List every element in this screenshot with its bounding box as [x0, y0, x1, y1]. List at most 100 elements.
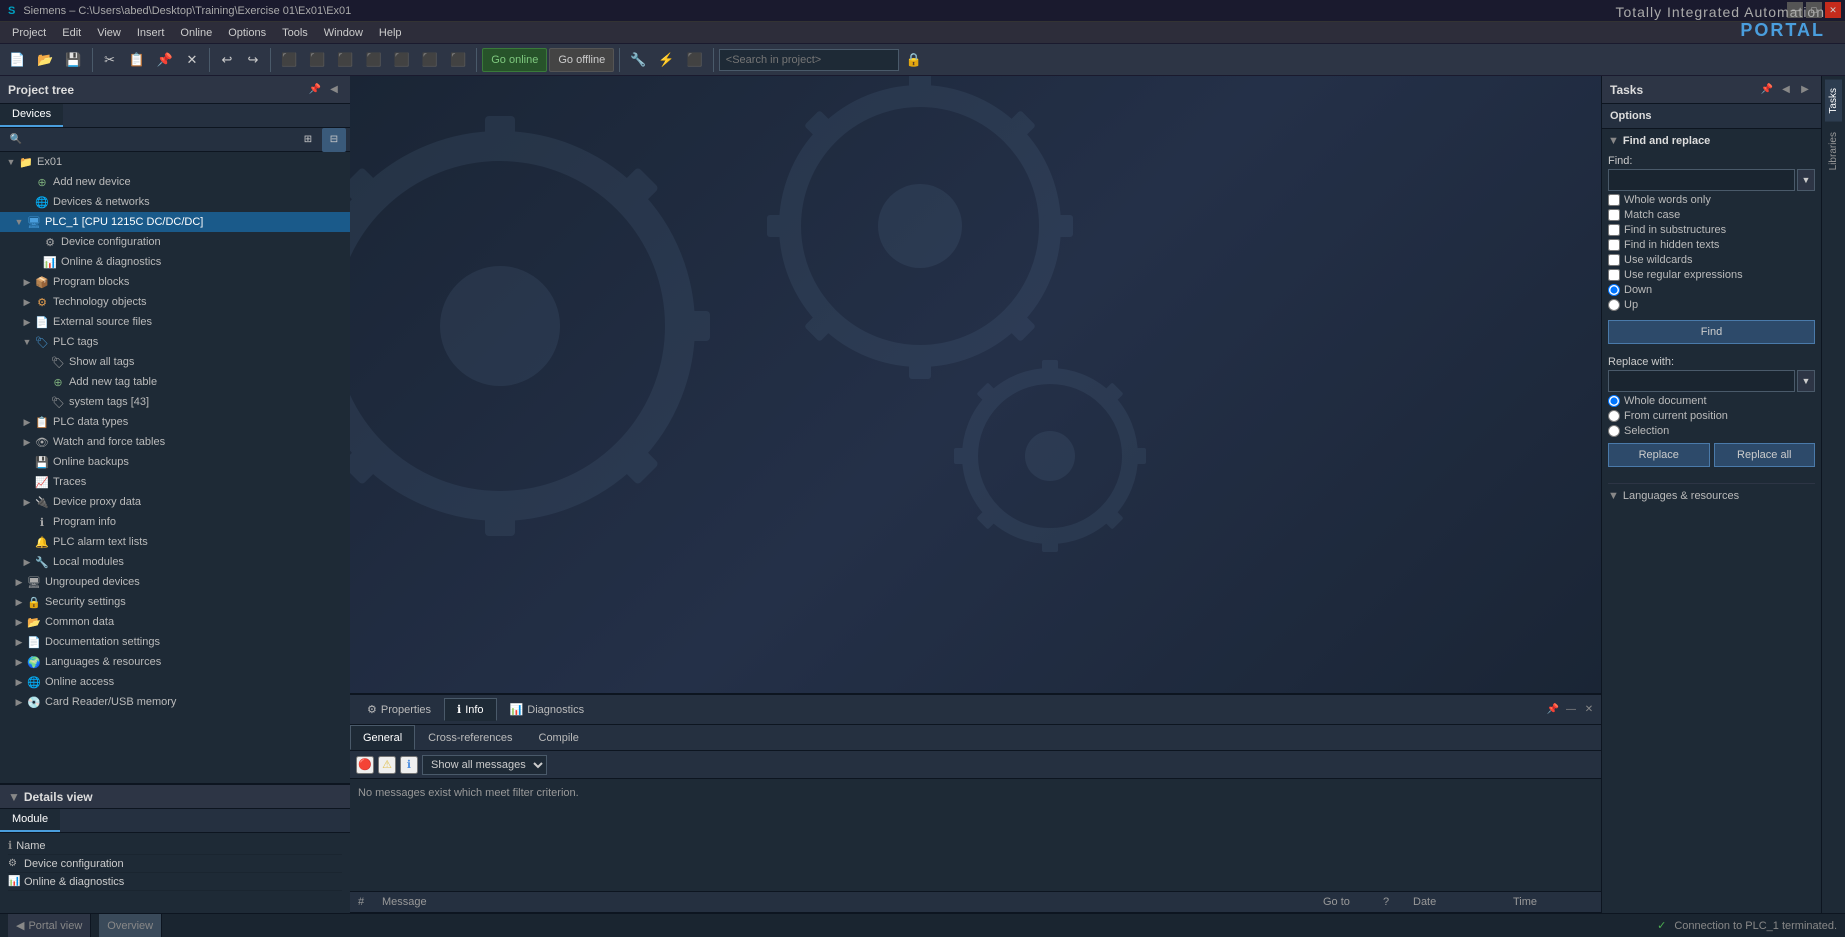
details-row-device-config[interactable]: ⚙ Device configuration [8, 855, 342, 873]
vstrip-tab-tasks[interactable]: Tasks [1825, 80, 1842, 122]
menu-project[interactable]: Project [4, 25, 54, 41]
portal-view-btn[interactable]: ◀ Portal view [8, 914, 91, 937]
filter-info-btn[interactable]: ℹ [400, 756, 418, 774]
tab-properties[interactable]: ⚙ Properties [354, 698, 444, 721]
cut-button[interactable]: ✂ [98, 48, 122, 72]
open-button[interactable]: 📂 [32, 48, 58, 72]
direction-down-radio[interactable] [1608, 284, 1620, 296]
tree-item-program-info[interactable]: ℹ Program info [0, 512, 350, 532]
find-substructures-checkbox[interactable] [1608, 224, 1620, 236]
menu-online[interactable]: Online [172, 25, 220, 41]
find-text-input[interactable] [1608, 169, 1795, 191]
tree-item-system-tags[interactable]: 🏷 system tags [43] [0, 392, 350, 412]
menu-insert[interactable]: Insert [129, 25, 173, 41]
direction-up-radio[interactable] [1608, 299, 1620, 311]
tb-extra2[interactable]: ⚡ [653, 48, 679, 72]
tree-item-plc-alarm[interactable]: 🔔 PLC alarm text lists [0, 532, 350, 552]
tasks-pin-btn[interactable]: 📌 [1759, 82, 1775, 98]
tree-item-add-device[interactable]: ⊕ Add new device [0, 172, 350, 192]
pin-button[interactable]: 📌 [307, 82, 323, 98]
tree-item-plc1[interactable]: ▼ 🖥 PLC_1 [CPU 1215C DC/DC/DC] [0, 212, 350, 232]
tree-item-common-data[interactable]: ▶ 📂 Common data [0, 612, 350, 632]
tasks-left-btn[interactable]: ◀ [1778, 82, 1794, 98]
delete-button[interactable]: ✕ [180, 48, 204, 72]
collapse-left-button[interactable]: ◀ [326, 82, 342, 98]
replace-text-input[interactable] [1608, 370, 1795, 392]
menu-view[interactable]: View [89, 25, 129, 41]
tree-item-online-backups[interactable]: 💾 Online backups [0, 452, 350, 472]
tb-btn3[interactable]: ⬛ [332, 48, 358, 72]
filter-tab-general[interactable]: General [350, 725, 415, 750]
search-in-project-input[interactable] [719, 49, 899, 71]
menu-edit[interactable]: Edit [54, 25, 89, 41]
bottom-panel-pin[interactable]: 📌 [1545, 702, 1561, 718]
tree-item-prog-blocks[interactable]: ▶ 📦 Program blocks [0, 272, 350, 292]
paste-button[interactable]: 📌 [152, 48, 178, 72]
replace-all-button[interactable]: Replace all [1714, 443, 1816, 467]
use-regex-checkbox[interactable] [1608, 269, 1620, 281]
bottom-panel-close[interactable]: ✕ [1581, 702, 1597, 718]
copy-button[interactable]: 📋 [124, 48, 150, 72]
tree-item-device-config[interactable]: ⚙ Device configuration [0, 232, 350, 252]
tree-item-device-proxy[interactable]: ▶ 🔌 Device proxy data [0, 492, 350, 512]
search-settings-button[interactable]: 🔒 [901, 48, 927, 72]
canvas-area[interactable] [350, 76, 1601, 693]
menu-help[interactable]: Help [371, 25, 410, 41]
tasks-right-btn[interactable]: ▶ [1797, 82, 1813, 98]
undo-button[interactable]: ↩ [215, 48, 239, 72]
go-offline-button[interactable]: Go offline [549, 48, 614, 72]
menu-tools[interactable]: Tools [274, 25, 316, 41]
redo-button[interactable]: ↪ [241, 48, 265, 72]
tree-item-security[interactable]: ▶ 🔒 Security settings [0, 592, 350, 612]
find-dropdown-btn[interactable]: ▼ [1797, 169, 1815, 191]
tree-item-online-access[interactable]: ▶ 🌐 Online access [0, 672, 350, 692]
vstrip-tab-libraries[interactable]: Libraries [1825, 124, 1842, 178]
new-button[interactable]: 📄 [4, 48, 30, 72]
replace-whole-doc-radio[interactable] [1608, 395, 1620, 407]
find-button[interactable]: Find [1608, 320, 1815, 344]
tab-diagnostics[interactable]: 📊 Diagnostics [497, 698, 598, 721]
find-replace-header[interactable]: ▼ Find and replace [1608, 135, 1815, 147]
filter-tab-cross-refs[interactable]: Cross-references [415, 725, 525, 750]
tree-item-local-modules[interactable]: ▶ 🔧 Local modules [0, 552, 350, 572]
close-button[interactable]: ✕ [1825, 2, 1841, 18]
menu-window[interactable]: Window [316, 25, 371, 41]
filter-tab-compile[interactable]: Compile [526, 725, 592, 750]
tree-item-show-all-tags[interactable]: 🏷 Show all tags [0, 352, 350, 372]
tb-btn5[interactable]: ⬛ [389, 48, 415, 72]
tb-btn6[interactable]: ⬛ [417, 48, 443, 72]
tree-item-card-reader[interactable]: ▶ 💿 Card Reader/USB memory [0, 692, 350, 712]
tb-extra3[interactable]: ⬛ [682, 48, 708, 72]
tb-btn4[interactable]: ⬛ [361, 48, 387, 72]
tb-btn1[interactable]: ⬛ [276, 48, 302, 72]
find-hidden-checkbox[interactable] [1608, 239, 1620, 251]
filter-error-btn[interactable]: 🔴 [356, 756, 374, 774]
tb-btn2[interactable]: ⬛ [304, 48, 330, 72]
menu-options[interactable]: Options [220, 25, 274, 41]
tree-view-btn2[interactable]: ⊟ [322, 128, 346, 152]
tree-item-ungrouped[interactable]: ▶ 🖥 Ungrouped devices [0, 572, 350, 592]
tree-item-online-diag[interactable]: 📊 Online & diagnostics [0, 252, 350, 272]
tree-item-doc-settings[interactable]: ▶ 📄 Documentation settings [0, 632, 350, 652]
use-wildcards-checkbox[interactable] [1608, 254, 1620, 266]
overview-btn[interactable]: Overview [99, 914, 162, 937]
tree-item-add-tag-table[interactable]: ⊕ Add new tag table [0, 372, 350, 392]
tree-item-lang-resources[interactable]: ▶ 🌍 Languages & resources [0, 652, 350, 672]
tree-item-plc-tags[interactable]: ▼ 🏷 PLC tags [0, 332, 350, 352]
tree-item-tech-objects[interactable]: ▶ ⚙ Technology objects [0, 292, 350, 312]
tree-item-traces[interactable]: 📈 Traces [0, 472, 350, 492]
go-online-button[interactable]: Go online [482, 48, 547, 72]
tree-item-ex01[interactable]: ▼ 📁 Ex01 [0, 152, 350, 172]
tree-view-btn1[interactable]: ⊞ [296, 128, 320, 152]
replace-dropdown-btn[interactable]: ▼ [1797, 370, 1815, 392]
filter-warning-btn[interactable]: ⚠ [378, 756, 396, 774]
replace-selection-radio[interactable] [1608, 425, 1620, 437]
tree-search-btn[interactable]: 🔍 [4, 128, 28, 152]
tree-item-watch-force[interactable]: ▶ 👁 Watch and force tables [0, 432, 350, 452]
save-button[interactable]: 💾 [60, 48, 86, 72]
tree-item-devices-networks[interactable]: 🌐 Devices & networks [0, 192, 350, 212]
bottom-panel-min[interactable]: — [1563, 702, 1579, 718]
match-case-checkbox[interactable] [1608, 209, 1620, 221]
tb-btn7[interactable]: ⬛ [445, 48, 471, 72]
replace-button[interactable]: Replace [1608, 443, 1710, 467]
